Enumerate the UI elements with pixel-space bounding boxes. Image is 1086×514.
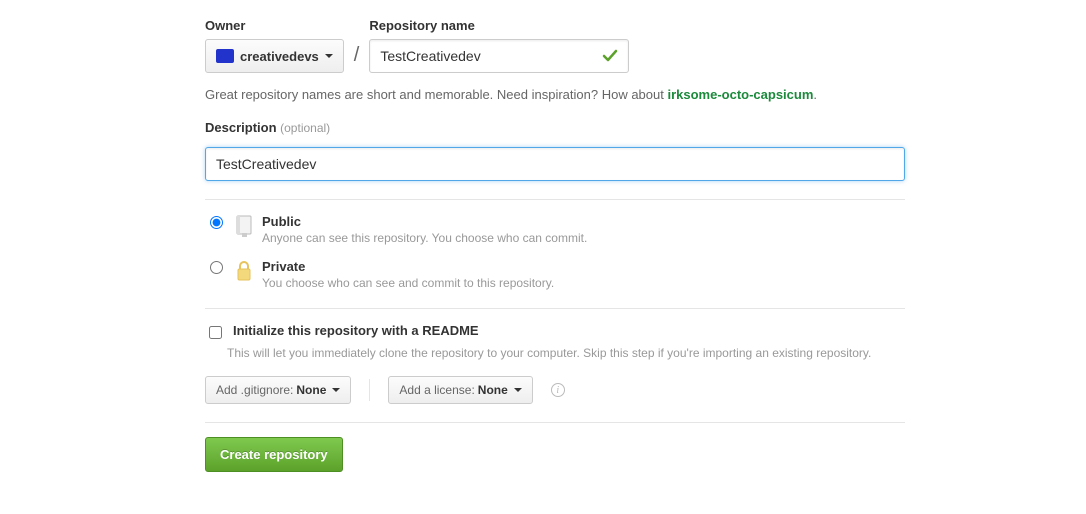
owner-label: Owner: [205, 18, 344, 33]
owner-name: creativedevs: [240, 49, 319, 64]
visibility-private-sub: You choose who can see and commit to thi…: [262, 276, 554, 290]
license-dropdown[interactable]: Add a license: None: [388, 376, 532, 404]
avatar: [216, 49, 234, 63]
owner-dropdown[interactable]: creativedevs: [205, 39, 344, 73]
init-readme-label: Initialize this repository with a README: [233, 323, 479, 338]
chevron-down-icon: [332, 388, 340, 392]
info-icon[interactable]: i: [551, 383, 565, 397]
visibility-private-title: Private: [262, 259, 554, 274]
init-readme-checkbox[interactable]: [209, 326, 222, 339]
check-icon: [602, 48, 618, 64]
divider: [205, 199, 905, 200]
repo-name-label: Repository name: [369, 18, 629, 33]
divider: [205, 308, 905, 309]
path-separator: /: [354, 44, 360, 73]
visibility-private-radio[interactable]: [210, 261, 223, 274]
divider: [205, 422, 905, 423]
suggestion-link[interactable]: irksome-octo-capsicum: [667, 87, 813, 102]
repo-public-icon: [234, 214, 254, 238]
gitignore-dropdown[interactable]: Add .gitignore: None: [205, 376, 351, 404]
chevron-down-icon: [325, 54, 333, 58]
visibility-public-title: Public: [262, 214, 587, 229]
visibility-public-radio[interactable]: [210, 216, 223, 229]
chevron-down-icon: [514, 388, 522, 392]
divider: [369, 379, 370, 401]
description-label: Description (optional): [205, 120, 905, 135]
repo-name-input[interactable]: [370, 48, 602, 64]
repo-name-hint: Great repository names are short and mem…: [205, 87, 905, 102]
lock-icon: [234, 259, 254, 283]
init-readme-sub: This will let you immediately clone the …: [227, 346, 905, 360]
description-input[interactable]: [205, 147, 905, 181]
create-repository-button[interactable]: Create repository: [205, 437, 343, 472]
visibility-public-sub: Anyone can see this repository. You choo…: [262, 231, 587, 245]
